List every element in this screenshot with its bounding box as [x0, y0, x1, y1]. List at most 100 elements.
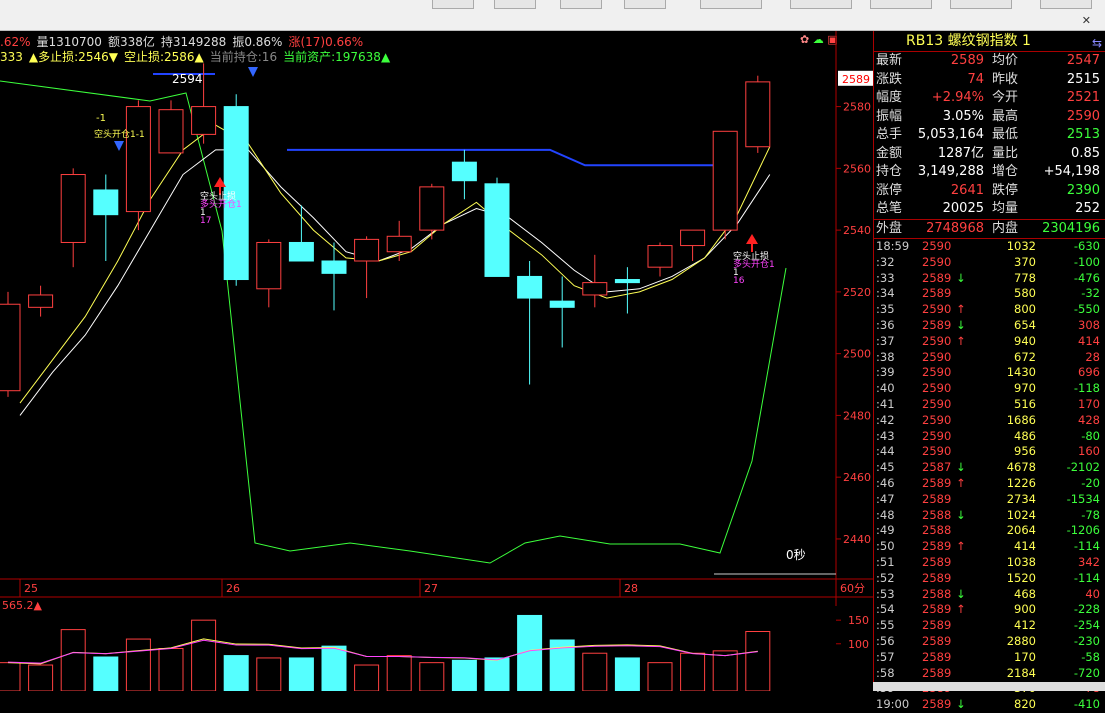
tick-arrow-icon: ↓ — [956, 586, 966, 601]
quote-table: 最新 2589 均价 2547 涨跌 74 昨收 2515 幅度 +2.94% 今开… — [874, 52, 1105, 219]
instrument-title: RB13 螺纹钢指数 1 ⇆ — [874, 31, 1105, 52]
tick-price: 2590 — [922, 302, 952, 317]
candle — [386, 220, 412, 261]
candle-body — [28, 294, 54, 308]
volume-bar — [647, 662, 673, 691]
volume-bar — [354, 664, 380, 691]
tick-change: 342 — [1078, 554, 1100, 569]
chart-area[interactable]: .62% 量1310700 额338亿 持3149288 振0.86% 涨(17)0.66… — [0, 31, 873, 691]
quote-label: 总笔 — [876, 201, 903, 216]
tick-change: -80 — [1081, 428, 1100, 443]
candle-body — [745, 81, 771, 148]
quote-value: 252 — [1075, 201, 1100, 216]
quote-value: 1287亿 — [937, 145, 984, 161]
toolbar-button[interactable] — [494, 0, 536, 9]
volume-ma-yellow — [7, 638, 758, 665]
tick-price: 2590 — [922, 349, 952, 364]
tick-row: :47 2589 2734 -1534 — [874, 492, 1105, 508]
date-label: 27 — [424, 582, 438, 595]
tick-row: 18:59 2590 1032 -630 — [874, 239, 1105, 255]
quote-value: 3.05% — [942, 108, 984, 124]
tick-price: 2589 — [922, 649, 952, 664]
toolbar-button[interactable] — [1040, 0, 1092, 9]
long-open-num-26: 17 — [200, 216, 211, 226]
volume-bar — [745, 631, 771, 691]
quote-label: 振幅 — [876, 108, 903, 124]
tick-time: :37 — [876, 333, 895, 348]
tick-price: 2590 — [922, 396, 952, 411]
volume-bar — [582, 652, 608, 691]
candle — [582, 254, 608, 308]
long-signal-arrow-icon — [746, 234, 758, 244]
quote-label: 总手 — [876, 127, 903, 142]
price-label: 2520 — [843, 286, 871, 299]
tick-change: 696 — [1078, 365, 1100, 380]
tick-volume: 486 — [1014, 428, 1036, 443]
tick-time: :51 — [876, 554, 895, 569]
tick-change: -550 — [1073, 302, 1100, 317]
bottom-tabs[interactable] — [873, 682, 1105, 691]
tick-row: :42 2590 1686 428 — [874, 413, 1105, 429]
tick-arrow-icon: ↑ — [956, 333, 966, 348]
candle — [745, 75, 771, 153]
tick-arrow-icon: ↓ — [956, 317, 966, 332]
instrument-name: RB13 螺纹钢指数 1 — [906, 33, 1031, 49]
toolbar-button[interactable] — [870, 0, 932, 9]
toolbar-button[interactable] — [432, 0, 474, 9]
tick-price: 2589 — [922, 317, 952, 332]
candle — [0, 291, 21, 397]
tick-row: :54 2589 ↑ 900 -228 — [874, 602, 1105, 618]
tick-arrow-icon: ↓ — [956, 270, 966, 285]
candle-body — [484, 183, 510, 277]
tick-volume: 516 — [1014, 396, 1036, 411]
tick-time: :32 — [876, 254, 895, 269]
tick-change: -720 — [1073, 665, 1100, 680]
candle — [549, 276, 575, 348]
tick-volume: 1226 — [1006, 475, 1036, 490]
inner-label: 内盘 — [992, 220, 1019, 236]
candle-body — [582, 282, 608, 296]
tick-change: 414 — [1078, 333, 1100, 348]
tick-change: -118 — [1073, 381, 1100, 396]
candle — [125, 100, 151, 231]
tick-time: :33 — [876, 270, 895, 285]
toolbar-button[interactable] — [560, 0, 602, 9]
tick-volume: 970 — [1014, 381, 1036, 396]
quote-label: 金额 — [876, 145, 903, 161]
toolbar-button[interactable] — [790, 0, 852, 9]
short-signal-arrow-icon — [114, 141, 124, 151]
tick-price: 2589 — [922, 697, 952, 712]
candle — [419, 183, 445, 240]
tick-volume: 414 — [1014, 539, 1036, 554]
tick-change: 28 — [1085, 349, 1100, 364]
quote-panel: RB13 螺纹钢指数 1 ⇆ 最新 2589 均价 2547 涨跌 74 昨收 2… — [873, 31, 1105, 711]
volume-bar — [288, 657, 314, 691]
tick-time: :38 — [876, 349, 895, 364]
quote-value: 2590 — [1066, 108, 1100, 124]
close-icon[interactable]: ✕ — [1082, 14, 1091, 27]
tick-list[interactable]: 18:59 2590 1032 -630:32 2590 370 -100:33… — [874, 238, 1105, 713]
candle-body — [680, 229, 706, 247]
candle — [93, 174, 119, 261]
tick-row: :51 2589 1038 342 — [874, 555, 1105, 571]
tick-price: 2590 — [922, 412, 952, 427]
volume-bar — [419, 662, 445, 691]
toolbar-button[interactable] — [624, 0, 666, 9]
candlestick-chart[interactable]: 2580 2560 2540 2520 2500 2480 2460 2440 2589 25 26… — [0, 31, 873, 691]
tick-volume: 1686 — [1006, 412, 1036, 427]
tick-volume: 820 — [1014, 697, 1036, 712]
volume-bar — [158, 648, 184, 691]
toolbar-button[interactable] — [700, 0, 762, 9]
candle-body — [288, 241, 314, 262]
tick-time: :41 — [876, 396, 895, 411]
volume-bar — [28, 664, 54, 691]
switch-icon[interactable]: ⇆ — [1092, 33, 1102, 53]
tick-volume: 778 — [1014, 270, 1036, 285]
quote-label: 涨跌 — [876, 71, 903, 87]
tick-row: :53 2588 ↓ 468 40 — [874, 587, 1105, 603]
toolbar-button[interactable] — [950, 0, 1012, 9]
candle-body — [125, 106, 151, 213]
tick-price: 2590 — [922, 381, 952, 396]
price-label: 2480 — [843, 409, 871, 422]
tick-time: :40 — [876, 381, 895, 396]
